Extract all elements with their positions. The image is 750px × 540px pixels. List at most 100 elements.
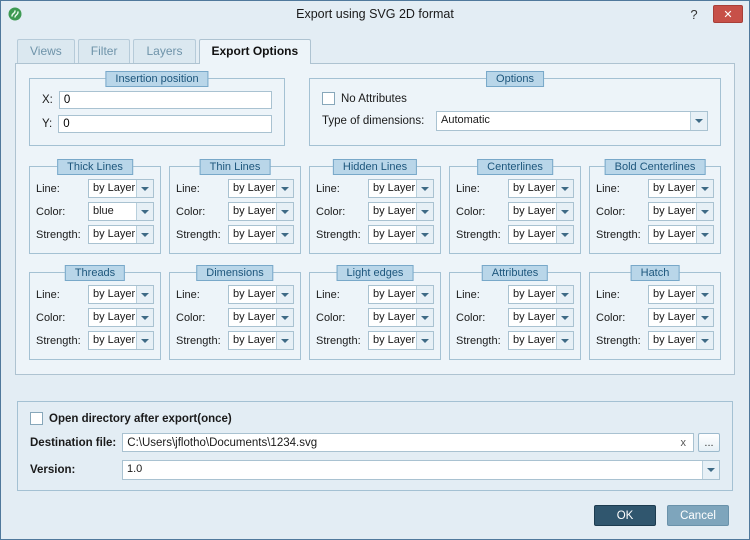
line-style-select[interactable]: by Layer (368, 179, 434, 198)
line-group: Centerlines Line: by Layer Color: by Lay… (449, 159, 581, 254)
color-select[interactable]: by Layer (88, 308, 154, 327)
strength-label: Strength: (316, 334, 361, 347)
x-input[interactable] (58, 91, 272, 109)
line-style-value: by Layer (233, 182, 276, 194)
strength-value: by Layer (373, 228, 416, 240)
chevron-down-icon (136, 203, 153, 220)
cancel-button[interactable]: Cancel (667, 505, 729, 526)
strength-label: Strength: (456, 228, 501, 241)
type-of-dimensions-value: Automatic (441, 114, 490, 126)
app-icon (7, 6, 23, 22)
line-style-value: by Layer (373, 182, 416, 194)
chevron-down-icon (416, 203, 433, 220)
titlebar: Export using SVG 2D format ? ✕ (1, 1, 749, 27)
chevron-down-icon (556, 226, 573, 243)
strength-select[interactable]: by Layer (648, 331, 714, 350)
chevron-down-icon (416, 286, 433, 303)
line-style-select[interactable]: by Layer (648, 285, 714, 304)
export-options-page: Insertion position X: Y: Options No Attr… (15, 63, 735, 375)
chevron-down-icon (556, 309, 573, 326)
line-label: Line: (316, 182, 340, 195)
strength-select[interactable]: by Layer (88, 331, 154, 350)
line-style-value: by Layer (653, 288, 696, 300)
color-select[interactable]: by Layer (648, 202, 714, 221)
insertion-position-group: Insertion position X: Y: (29, 71, 285, 146)
line-style-select[interactable]: by Layer (228, 179, 294, 198)
strength-label: Strength: (176, 228, 221, 241)
color-select[interactable]: by Layer (508, 308, 574, 327)
color-select[interactable]: by Layer (508, 202, 574, 221)
strength-value: by Layer (653, 334, 696, 346)
strength-select[interactable]: by Layer (648, 225, 714, 244)
line-group-title: Thick Lines (57, 159, 133, 175)
line-style-select[interactable]: by Layer (648, 179, 714, 198)
insertion-position-title: Insertion position (105, 71, 209, 87)
line-label: Line: (176, 182, 200, 195)
strength-select[interactable]: by Layer (368, 331, 434, 350)
chevron-down-icon (696, 309, 713, 326)
color-select[interactable]: by Layer (368, 308, 434, 327)
color-select[interactable]: by Layer (648, 308, 714, 327)
chevron-down-icon (276, 309, 293, 326)
version-value: 1.0 (127, 463, 143, 475)
color-select[interactable]: blue (88, 202, 154, 221)
line-style-select[interactable]: by Layer (88, 285, 154, 304)
line-style-select[interactable]: by Layer (228, 285, 294, 304)
strength-select[interactable]: by Layer (508, 331, 574, 350)
tab-filter[interactable]: Filter (77, 39, 131, 63)
strength-value: by Layer (513, 334, 556, 346)
tab-views[interactable]: Views (17, 39, 75, 63)
chevron-down-icon (696, 226, 713, 243)
chevron-down-icon (416, 332, 433, 349)
close-icon: ✕ (723, 8, 733, 21)
line-group-title: Light edges (336, 265, 414, 281)
color-value: by Layer (233, 205, 276, 217)
line-group-title: Bold Centerlines (604, 159, 706, 175)
type-of-dimensions-select[interactable]: Automatic (436, 111, 708, 131)
tab-export-options[interactable]: Export Options (198, 39, 312, 64)
options-title: Options (486, 71, 544, 87)
clear-icon[interactable]: x (676, 437, 692, 449)
help-button[interactable]: ? (685, 7, 703, 22)
color-select[interactable]: by Layer (368, 202, 434, 221)
color-value: by Layer (653, 205, 696, 217)
no-attributes-checkbox[interactable] (322, 92, 335, 105)
chevron-down-icon (136, 332, 153, 349)
line-groups-grid: Thick Lines Line: by Layer Color: blue S… (29, 159, 721, 360)
color-label: Color: (316, 311, 346, 324)
open-directory-checkbox[interactable] (30, 412, 43, 425)
line-group: Hatch Line: by Layer Color: by Layer Str… (589, 265, 721, 360)
line-label: Line: (316, 288, 340, 301)
strength-select[interactable]: by Layer (228, 225, 294, 244)
line-style-select[interactable]: by Layer (508, 179, 574, 198)
line-label: Line: (596, 182, 620, 195)
line-group-title: Centerlines (477, 159, 553, 175)
version-select[interactable]: 1.0 (122, 460, 720, 480)
line-style-value: by Layer (93, 288, 136, 300)
color-label: Color: (176, 205, 206, 218)
line-style-select[interactable]: by Layer (368, 285, 434, 304)
y-input[interactable] (58, 115, 272, 133)
destination-file-input[interactable]: C:\Users\jflotho\Documents\1234.svg x (122, 433, 694, 452)
strength-value: by Layer (233, 228, 276, 240)
line-group: Light edges Line: by Layer Color: by Lay… (309, 265, 441, 360)
y-label: Y: (42, 118, 53, 130)
color-value: blue (93, 205, 114, 217)
color-select[interactable]: by Layer (228, 308, 294, 327)
browse-button[interactable]: ... (698, 433, 720, 452)
strength-select[interactable]: by Layer (228, 331, 294, 350)
strength-select[interactable]: by Layer (508, 225, 574, 244)
line-group-title: Dimensions (196, 265, 274, 281)
line-group-title: Attributes (481, 265, 549, 281)
color-value: by Layer (373, 205, 416, 217)
close-button[interactable]: ✕ (713, 5, 743, 23)
strength-select[interactable]: by Layer (88, 225, 154, 244)
strength-select[interactable]: by Layer (368, 225, 434, 244)
ok-button[interactable]: OK (594, 505, 656, 526)
color-select[interactable]: by Layer (228, 202, 294, 221)
chevron-down-icon (276, 332, 293, 349)
line-style-select[interactable]: by Layer (88, 179, 154, 198)
line-style-select[interactable]: by Layer (508, 285, 574, 304)
tab-layers[interactable]: Layers (133, 39, 196, 63)
open-directory-label: Open directory after export(once) (49, 412, 232, 425)
